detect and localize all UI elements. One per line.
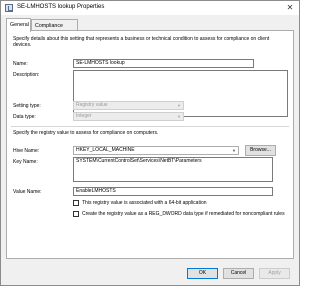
value-name-field[interactable]: EnableLMHOSTS bbox=[73, 187, 273, 196]
key-name-field[interactable]: SYSTEM\CurrentControlSet\Services\NetBT\… bbox=[73, 157, 273, 182]
close-button[interactable]: ✕ bbox=[283, 2, 297, 14]
hive-name-label: Hive Name: bbox=[13, 148, 40, 154]
64bit-checkbox-label: This registry value is associated with a… bbox=[82, 200, 207, 206]
name-label: Name: bbox=[13, 61, 28, 67]
general-tab-panel: Specify details about this setting that … bbox=[6, 30, 294, 259]
hive-name-value: HKEY_LOCAL_MACHINE bbox=[76, 147, 135, 153]
ok-button[interactable]: OK bbox=[187, 268, 218, 279]
registry-intro-text: Specify the registry value to assess for… bbox=[13, 130, 159, 136]
key-name-label: Key Name: bbox=[13, 159, 38, 165]
64bit-checkbox[interactable] bbox=[73, 200, 79, 206]
configuration-item-icon bbox=[5, 4, 13, 12]
chevron-down-icon: ▼ bbox=[177, 114, 181, 119]
apply-button[interactable]: Apply bbox=[259, 268, 290, 279]
setting-type-value: Registry value bbox=[76, 102, 108, 108]
properties-dialog: SE-LMHOSTS lookup Properties ✕ General C… bbox=[0, 0, 300, 286]
cancel-button[interactable]: Cancel bbox=[223, 268, 254, 279]
data-type-value: Integer bbox=[76, 113, 92, 119]
hive-name-select[interactable]: HKEY_LOCAL_MACHINE ▼ bbox=[73, 146, 239, 155]
create-reg-dword-label: Create the registry value as a REG_DWORD… bbox=[82, 211, 285, 217]
data-type-select: Integer ▼ bbox=[73, 112, 184, 121]
setting-type-select: Registry value ▼ bbox=[73, 101, 184, 110]
description-label: Description: bbox=[13, 72, 40, 78]
name-field[interactable]: SE-LMHOSTS lookup bbox=[73, 59, 254, 68]
data-type-label: Data type: bbox=[13, 114, 36, 120]
browse-button[interactable]: Browse... bbox=[245, 145, 276, 156]
create-reg-dword-checkbox[interactable] bbox=[73, 211, 79, 217]
chevron-down-icon: ▼ bbox=[232, 148, 236, 153]
chevron-down-icon: ▼ bbox=[177, 103, 181, 108]
value-name-label: Value Name: bbox=[13, 189, 42, 195]
tab-general[interactable]: General bbox=[6, 18, 31, 32]
title-bar: SE-LMHOSTS lookup Properties ✕ bbox=[1, 1, 299, 15]
window-title: SE-LMHOSTS lookup Properties bbox=[17, 4, 105, 10]
general-intro-text: Specify details about this setting that … bbox=[13, 36, 270, 48]
section-divider bbox=[11, 126, 289, 127]
setting-type-label: Setting type: bbox=[13, 103, 41, 109]
